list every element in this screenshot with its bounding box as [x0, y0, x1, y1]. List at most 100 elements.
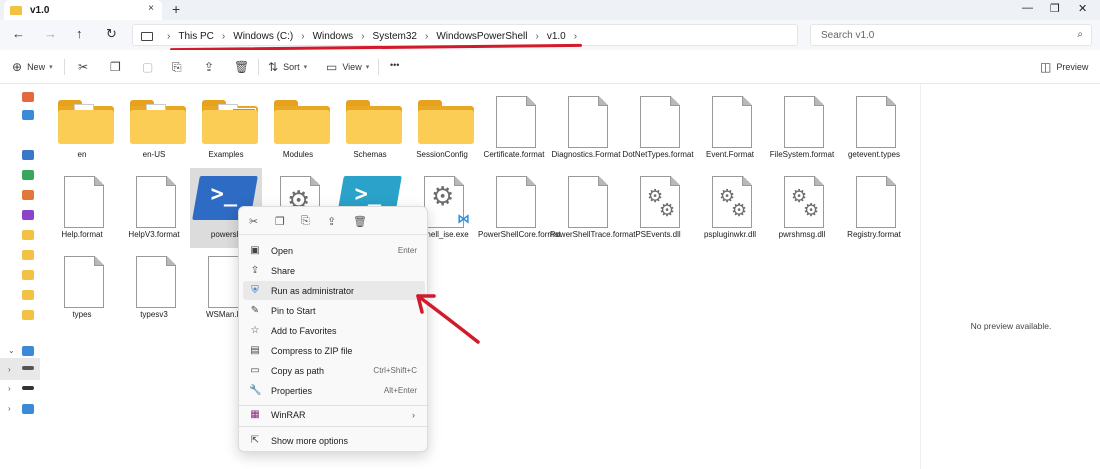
file-item[interactable]: Registry.format — [838, 168, 910, 248]
folder-icon[interactable] — [22, 250, 34, 260]
home-icon[interactable] — [22, 92, 34, 102]
file-item[interactable]: ⚙ ⚙ PSEvents.dll — [622, 168, 694, 248]
menu-item-winrar[interactable]: ▦ WinRAR › — [243, 405, 425, 424]
file-label: getevent.types — [847, 150, 901, 159]
chevron-right-icon[interactable]: › — [574, 31, 577, 42]
file-item[interactable]: ⚙ ⚙ pwrshmsg.dll — [766, 168, 838, 248]
file-item[interactable]: en-US — [118, 88, 190, 168]
chevron-right-icon[interactable]: › — [8, 365, 11, 374]
rename-icon: ⎘ — [172, 60, 182, 74]
chevron-right-icon: › — [221, 30, 226, 42]
file-item[interactable]: ⚙ ⚙ pspluginwkr.dll — [694, 168, 766, 248]
videos-icon[interactable] — [22, 210, 34, 220]
file-label: pwrshmsg.dll — [778, 230, 826, 239]
cut-icon[interactable]: ✂ — [249, 215, 258, 228]
breadcrumb-windows[interactable]: Windows — [313, 31, 354, 42]
file-item[interactable]: PowerShellTrace.format — [550, 168, 636, 248]
file-label: pspluginwkr.dll — [703, 230, 757, 239]
chevron-right-icon[interactable]: › — [8, 404, 11, 413]
copy-button[interactable]: ❐ — [110, 60, 121, 74]
file-item[interactable]: Modules — [262, 88, 334, 168]
refresh-button[interactable]: ↻ — [106, 26, 117, 42]
maximize-button[interactable]: ❐ — [1050, 2, 1060, 15]
view-button[interactable]: ▭ View ▾ — [326, 60, 369, 74]
file-label: PowerShellCore.format — [478, 230, 561, 239]
drive-icon[interactable] — [22, 366, 34, 370]
rename-button[interactable]: ⎘ — [172, 60, 182, 75]
share-button[interactable]: ⇪ — [204, 60, 214, 74]
file-item[interactable]: Certificate.format — [478, 88, 550, 168]
folder-icon[interactable] — [22, 230, 34, 240]
breadcrumb-system32[interactable]: System32 — [373, 31, 417, 42]
share-icon[interactable]: ⇪ — [327, 215, 336, 228]
file-item[interactable]: HelpV3.format — [118, 168, 190, 248]
file-item[interactable]: SessionConfig — [406, 88, 478, 168]
breadcrumb-windowspowershell[interactable]: WindowsPowerShell — [436, 31, 527, 42]
folder-icon[interactable] — [22, 270, 34, 280]
downloads-icon[interactable] — [22, 170, 34, 180]
search-input[interactable]: Search v1.0 ⌕ — [810, 24, 1092, 46]
wrench-icon: 🔧 — [249, 384, 262, 396]
chevron-down-icon[interactable]: ⌄ — [8, 346, 15, 355]
menu-item-add-to-favorites[interactable]: ☆ Add to Favorites — [243, 321, 425, 340]
file-item[interactable]: en — [46, 88, 118, 168]
gallery-icon[interactable] — [22, 110, 34, 120]
more-options-button[interactable]: ••• — [390, 60, 399, 70]
rename-icon[interactable]: ⎘ — [301, 215, 310, 228]
file-item[interactable]: DotNetTypes.format — [622, 88, 694, 168]
folder-icon[interactable] — [22, 290, 34, 300]
menu-item-show-more-options[interactable]: ⇱ Show more options — [243, 431, 425, 450]
forward-button[interactable]: → — [44, 26, 57, 41]
file-item[interactable]: Examples — [190, 88, 262, 168]
address-bar[interactable]: › This PC › Windows (C:) › Windows › Sys… — [132, 24, 798, 46]
menu-item-open[interactable]: ▣ Open Enter — [243, 241, 425, 260]
file-item[interactable]: types — [46, 248, 118, 328]
folder-icon — [346, 100, 402, 144]
dll-icon: ⚙ ⚙ — [640, 176, 680, 228]
breadcrumb-this-pc[interactable]: This PC — [178, 31, 214, 42]
drive-icon[interactable] — [22, 386, 34, 390]
delete-button[interactable]: 🗑 — [234, 60, 249, 74]
breadcrumb-v1-0[interactable]: v1.0 — [547, 31, 566, 42]
desktop-icon[interactable] — [22, 150, 34, 160]
chevron-right-icon[interactable]: › — [8, 384, 11, 393]
up-button[interactable]: ↑ — [76, 26, 83, 41]
menu-item-pin-to-start[interactable]: ✎ Pin to Start — [243, 301, 425, 320]
file-item[interactable]: Help.format — [46, 168, 118, 248]
menu-item-share[interactable]: ⇪ Share — [243, 261, 425, 280]
menu-item-run-as-administrator[interactable]: ⛨ Run as administrator — [243, 281, 425, 300]
music-icon[interactable] — [22, 190, 34, 200]
menu-item-properties[interactable]: 🔧 Properties Alt+Enter — [243, 381, 425, 400]
menu-item-copy-as-path[interactable]: ▭ Copy as path Ctrl+Shift+C — [243, 361, 425, 380]
network-icon[interactable] — [22, 404, 34, 414]
file-item[interactable]: PowerShellCore.format — [478, 168, 561, 248]
file-item[interactable]: getevent.types — [838, 88, 910, 168]
file-item[interactable]: Diagnostics.Format — [550, 88, 622, 168]
tab-v1-0[interactable]: v1.0 × — [4, 0, 162, 20]
menu-shortcut: Ctrl+Shift+C — [373, 366, 417, 375]
paste-button[interactable]: ▢ — [142, 60, 153, 74]
preview-button[interactable]: ◫ Preview — [1040, 60, 1088, 74]
file-item[interactable]: typesv3 — [118, 248, 190, 328]
file-item[interactable]: Schemas — [334, 88, 406, 168]
file-item[interactable]: Event.Format — [694, 88, 766, 168]
menu-item-compress-zip[interactable]: ▤ Compress to ZIP file — [243, 341, 425, 360]
file-label: Schemas — [353, 150, 387, 159]
minimize-button[interactable]: — — [1022, 2, 1033, 14]
new-button[interactable]: ⊕ New ▾ — [12, 60, 53, 74]
this-pc-icon[interactable] — [22, 346, 34, 356]
search-placeholder: Search v1.0 — [821, 29, 875, 41]
new-tab-button[interactable]: + — [172, 1, 180, 17]
breadcrumb-windows-c[interactable]: Windows (C:) — [233, 31, 293, 42]
tab-close-button[interactable]: × — [148, 3, 154, 14]
cut-button[interactable]: ✂ — [78, 60, 88, 74]
divider — [378, 59, 379, 75]
delete-icon[interactable]: 🗑 — [353, 215, 367, 228]
folder-icon[interactable] — [22, 310, 34, 320]
close-window-button[interactable]: ✕ — [1078, 2, 1087, 15]
sort-button[interactable]: ⇅ Sort ▾ — [268, 60, 307, 74]
file-item[interactable]: FileSystem.format — [766, 88, 838, 168]
copy-icon[interactable]: ❐ — [275, 215, 285, 228]
selected-drive-row[interactable] — [0, 358, 40, 380]
back-button[interactable]: ← — [12, 26, 25, 41]
